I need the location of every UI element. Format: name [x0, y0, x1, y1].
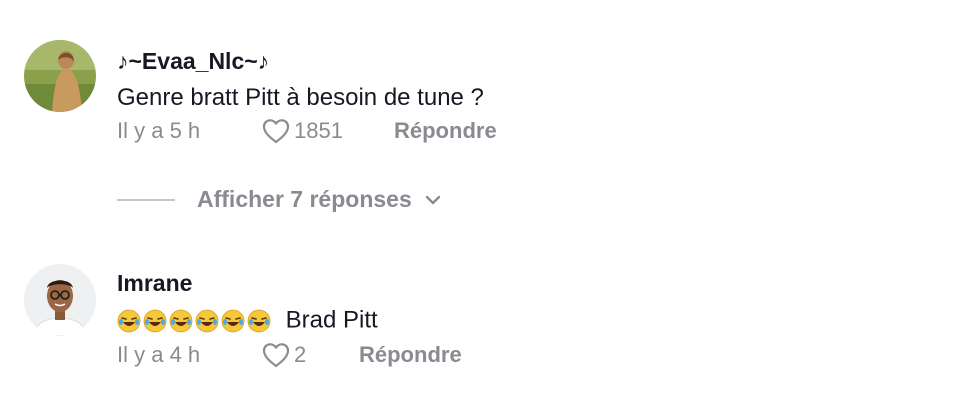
like-button[interactable]: 2	[262, 342, 359, 368]
comment-text: Genre bratt Pitt à besoin de tune ?	[117, 84, 484, 111]
username[interactable]: ♪~Evaa_Nlc~♪	[117, 48, 269, 75]
heart-outline-icon	[262, 343, 290, 368]
like-button[interactable]: 1851	[262, 118, 394, 144]
tears-of-joy-emoji-icon	[169, 309, 193, 333]
comment-text: Brad Pitt	[117, 306, 378, 335]
tears-of-joy-emoji-icon	[117, 309, 141, 333]
comment-meta: Il y a 4 h 2 Répondre	[117, 342, 462, 368]
heart-outline-icon	[262, 119, 290, 144]
chevron-down-icon	[425, 195, 440, 204]
username[interactable]: Imrane	[117, 270, 192, 297]
comment-meta: Il y a 5 h 1851 Répondre	[117, 118, 497, 144]
tears-of-joy-emoji-icon	[247, 309, 271, 333]
view-replies-button[interactable]: Afficher 7 réponses	[117, 186, 442, 213]
timestamp: Il y a 5 h	[117, 118, 201, 143]
divider-line	[117, 198, 175, 201]
tears-of-joy-emoji-icon	[143, 309, 167, 333]
timestamp: Il y a 4 h	[117, 342, 201, 367]
laughing-emoji-group	[117, 309, 273, 333]
avatar[interactable]	[24, 264, 96, 336]
tears-of-joy-emoji-icon	[195, 309, 219, 333]
like-count: 1851	[294, 118, 343, 143]
like-count: 2	[294, 342, 307, 367]
reply-button[interactable]: Répondre	[359, 342, 462, 368]
tears-of-joy-emoji-icon	[221, 309, 245, 333]
avatar[interactable]	[24, 40, 96, 112]
view-replies-label: Afficher 7 réponses	[197, 186, 412, 212]
reply-button[interactable]: Répondre	[394, 118, 497, 144]
comment-text-body: Brad Pitt	[285, 306, 378, 334]
